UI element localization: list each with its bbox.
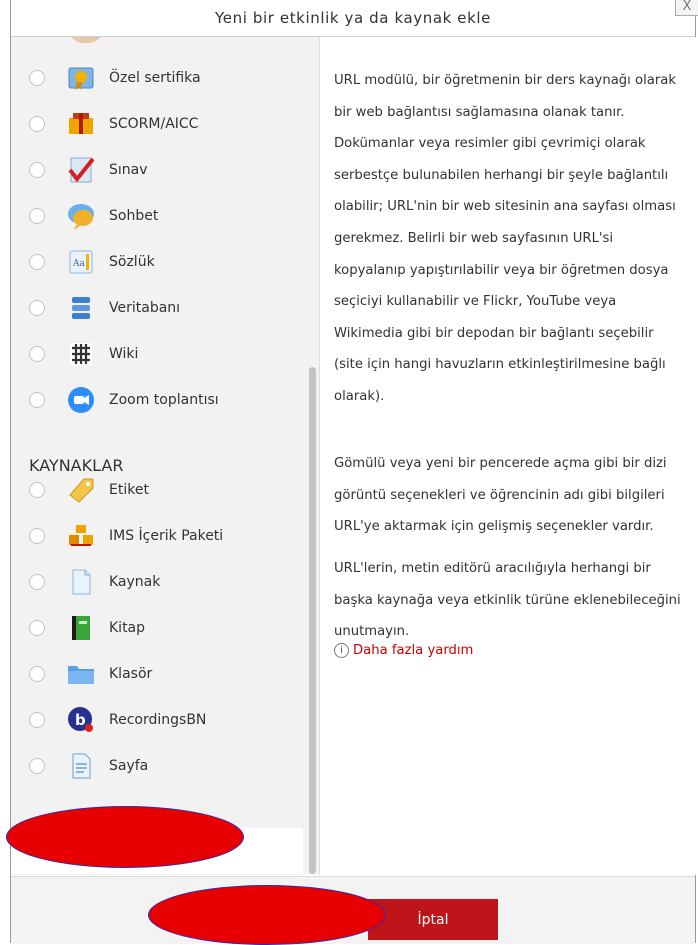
option-label: SCORM/AICC	[109, 116, 199, 132]
redaction-mark	[148, 885, 386, 945]
option-label: Sözlük	[109, 254, 155, 270]
option-label: Özel sertifika	[109, 70, 201, 86]
redaction-mark	[6, 806, 244, 868]
radio-button[interactable]	[29, 208, 45, 224]
option-label: Kitap	[109, 620, 146, 636]
folder-icon	[66, 659, 96, 689]
radio-button[interactable]	[29, 162, 45, 178]
option-label: Kaynak	[109, 574, 161, 590]
quiz-icon	[66, 155, 96, 185]
option-label: Veritabanı	[109, 300, 181, 316]
add-activity-dialog: Yeni bir etkinlik ya da kaynak ekle X Öz…	[10, 0, 698, 944]
radio-button[interactable]	[29, 528, 45, 544]
radio-button[interactable]	[29, 712, 45, 728]
help-paragraph: Gömülü veya yeni bir pencerede açma gibi…	[334, 456, 667, 535]
help-panel: URL modülü, bir öğretmenin bir ders kayn…	[320, 37, 696, 875]
option-label: Zoom toplantısı	[109, 392, 219, 408]
scorm-icon	[66, 109, 96, 139]
option-glossary[interactable]: Aa Sözlük	[11, 239, 311, 285]
option-chat[interactable]: Sohbet	[11, 193, 311, 239]
database-icon	[66, 293, 96, 323]
option-label-resource[interactable]: Etiket	[11, 467, 311, 513]
recordingsbn-icon: b	[66, 705, 96, 735]
option-ims-package[interactable]: IMS İçerik Paketi	[11, 513, 311, 559]
certificate-icon	[66, 63, 96, 93]
partial-item-icon	[69, 37, 103, 43]
option-quiz[interactable]: Sınav	[11, 147, 311, 193]
svg-text:b: b	[75, 711, 86, 729]
radio-button[interactable]	[29, 116, 45, 132]
radio-button[interactable]	[29, 346, 45, 362]
option-recordingsbn[interactable]: b RecordingsBN	[11, 697, 311, 743]
ims-package-icon	[66, 521, 96, 551]
help-paragraph: URL modülü, bir öğretmenin bir ders kayn…	[334, 73, 676, 404]
radio-button[interactable]	[29, 392, 45, 408]
radio-button[interactable]	[29, 620, 45, 636]
option-book[interactable]: Kitap	[11, 605, 311, 651]
dialog-title: Yeni bir etkinlik ya da kaynak ekle	[215, 9, 491, 27]
more-help-link[interactable]: i Daha fazla yardım	[334, 643, 473, 658]
option-label: Wiki	[109, 346, 139, 362]
radio-button[interactable]	[29, 482, 45, 498]
chat-icon	[66, 201, 96, 231]
option-zoom[interactable]: Zoom toplantısı	[11, 377, 311, 423]
option-wiki[interactable]: Wiki	[11, 331, 311, 377]
radio-button[interactable]	[29, 254, 45, 270]
svg-text:Aa: Aa	[72, 259, 85, 269]
option-label: Sınav	[109, 162, 148, 178]
option-scorm[interactable]: SCORM/AICC	[11, 101, 311, 147]
help-paragraph: URL'lerin, metin editörü aracılığıyla he…	[334, 561, 681, 640]
glossary-icon: Aa	[66, 247, 96, 277]
scrollbar-thumb[interactable]	[309, 367, 316, 874]
option-file[interactable]: Kaynak	[11, 559, 311, 605]
option-label: IMS İçerik Paketi	[109, 528, 224, 544]
option-page[interactable]: Sayfa	[11, 743, 311, 789]
option-database[interactable]: Veritabanı	[11, 285, 311, 331]
option-label: Klasör	[109, 666, 153, 682]
cancel-button[interactable]: İptal	[368, 899, 498, 940]
option-folder[interactable]: Klasör	[11, 651, 311, 697]
page-icon	[66, 751, 96, 781]
option-label: RecordingsBN	[109, 712, 207, 728]
option-custom-certificate[interactable]: Özel sertifika	[11, 55, 311, 101]
option-label: Etiket	[109, 482, 149, 498]
file-icon	[66, 567, 96, 597]
radio-button[interactable]	[29, 758, 45, 774]
more-help-text[interactable]: Daha fazla yardım	[353, 643, 473, 658]
radio-button[interactable]	[29, 300, 45, 316]
list-scrollbar[interactable]	[307, 37, 319, 875]
label-icon	[66, 475, 96, 505]
wiki-icon	[66, 339, 96, 369]
option-label: Sayfa	[109, 758, 149, 774]
module-chooser-list: Özel sertifika SCORM/AICC Sınav Sohbet A…	[11, 37, 320, 875]
radio-button[interactable]	[29, 70, 45, 86]
radio-button[interactable]	[29, 574, 45, 590]
close-button[interactable]: X	[675, 0, 698, 16]
option-label: Sohbet	[109, 208, 159, 224]
info-icon: i	[334, 643, 349, 658]
dialog-titlebar: Yeni bir etkinlik ya da kaynak ekle X	[11, 0, 698, 37]
zoom-icon	[66, 385, 96, 415]
book-icon	[66, 613, 96, 643]
radio-button[interactable]	[29, 666, 45, 682]
